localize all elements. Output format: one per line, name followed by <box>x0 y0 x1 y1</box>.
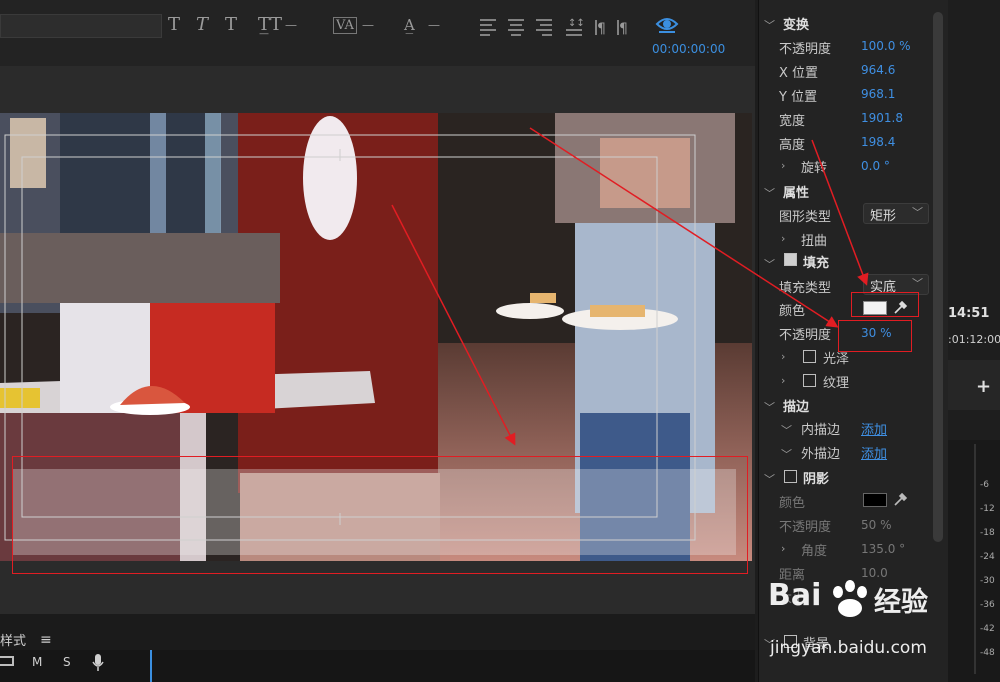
opacity-label: 不透明度 <box>779 42 832 57</box>
dash-icon: — <box>362 18 374 32</box>
outer-stroke-add[interactable]: 添加 <box>861 443 887 462</box>
menu-icon[interactable]: ≡ <box>40 632 52 648</box>
style-label: 样式 <box>0 634 27 649</box>
dash-icon: — <box>428 18 440 32</box>
text-toolbar: T T T T̲T — VA — A̲ — ↕↕ ¶ ¶ 00:00:00:00 <box>0 0 755 66</box>
svg-text:¶: ¶ <box>619 21 628 37</box>
chevron-right-icon[interactable]: › <box>781 542 785 555</box>
fill-header[interactable]: 填充 <box>803 252 829 271</box>
meter-tick: -30 <box>980 576 995 586</box>
rotation-label: 旋转 <box>801 161 828 176</box>
watermark-brand: Bai <box>768 578 822 613</box>
microphone-icon[interactable] <box>92 654 104 672</box>
texture-checkbox[interactable] <box>803 374 816 387</box>
shadow-angle-value[interactable]: 135.0 ° <box>861 542 905 556</box>
eye-icon[interactable] <box>655 14 679 34</box>
shadow-checkbox[interactable] <box>784 470 797 483</box>
caps-t-icon[interactable]: T <box>225 14 237 35</box>
chevron-right-icon[interactable]: › <box>781 374 785 387</box>
shadow-color-label: 颜色 <box>779 496 806 511</box>
annotation-box-video <box>12 456 748 574</box>
shadow-angle-label: 角度 <box>801 544 828 559</box>
timeline-time: :01:12:00 <box>948 333 1000 346</box>
mute-button[interactable]: M <box>32 655 42 669</box>
transform-header[interactable]: 变换 <box>783 14 809 33</box>
playhead[interactable] <box>150 650 152 682</box>
chevron-down-icon[interactable]: ﹀ <box>781 446 792 462</box>
shadow-opacity-value[interactable]: 50 % <box>861 518 892 532</box>
annotation-box-color <box>851 292 919 317</box>
chevron-down-icon[interactable]: ﹀ <box>764 256 775 272</box>
chevron-down-icon[interactable]: ﹀ <box>764 471 775 487</box>
watermark-brand2: 经验 <box>874 587 928 618</box>
audio-meter: -6 -12 -18 -24 -30 -36 -42 -48 <box>948 440 1000 682</box>
chevron-down-icon[interactable]: ﹀ <box>764 17 775 33</box>
chevron-down-icon[interactable]: ﹀ <box>764 399 775 415</box>
y-position-label: Y 位置 <box>779 90 818 105</box>
distort-label: 扭曲 <box>801 234 828 249</box>
height-value[interactable]: 198.4 <box>861 135 895 149</box>
chevron-right-icon[interactable]: › <box>781 350 785 363</box>
chevron-right-icon[interactable]: › <box>781 159 785 172</box>
meter-tick: -6 <box>980 480 989 490</box>
texture-label: 纹理 <box>823 376 850 391</box>
shadow-color-swatch[interactable] <box>863 493 887 507</box>
chevron-down-icon[interactable]: ﹀ <box>781 422 792 438</box>
meter-tick: -18 <box>980 528 995 538</box>
width-value[interactable]: 1901.8 <box>861 111 903 125</box>
shape-type-label: 图形类型 <box>779 210 832 225</box>
height-label: 高度 <box>779 138 806 153</box>
meter-tick: -12 <box>980 504 995 514</box>
meter-tick: -42 <box>980 624 995 634</box>
dash-icon: — <box>285 18 297 32</box>
eyedropper-icon[interactable] <box>893 491 909 507</box>
watermark-url: jingyan.baidu.com <box>770 638 927 658</box>
attributes-header[interactable]: 属性 <box>783 182 809 201</box>
solo-button[interactable]: S <box>63 655 71 669</box>
kerning-icon[interactable]: VA <box>333 17 357 34</box>
font-dropdown[interactable] <box>0 14 162 38</box>
camera-icon[interactable] <box>0 656 14 666</box>
y-position-value[interactable]: 968.1 <box>861 87 895 101</box>
meter-tick: -48 <box>980 648 995 658</box>
inner-stroke-add[interactable]: 添加 <box>861 419 887 438</box>
italic-t-icon[interactable]: T <box>196 14 208 35</box>
inner-stroke-label: 内描边 <box>801 423 841 438</box>
shape-type-select[interactable]: 矩形 ﹀ <box>863 203 929 224</box>
meter-tick: -24 <box>980 552 995 562</box>
baidu-watermark: Bai 经验 jingyan.baidu.com <box>760 578 950 682</box>
timeline-side-panel: 14:51 :01:12:00 + -6 -12 -18 -24 -30 -36… <box>948 0 1000 682</box>
track-header: M S <box>0 650 755 682</box>
fill-type-label: 填充类型 <box>779 281 832 296</box>
small-caps-icon[interactable]: T̲T <box>258 14 282 35</box>
panel-scrollbar[interactable] <box>933 12 943 542</box>
button-bar: + <box>948 360 1000 410</box>
fill-opacity-label: 不透明度 <box>779 328 832 343</box>
tracking-icon[interactable]: A̲ <box>404 16 415 34</box>
gloss-checkbox[interactable] <box>803 350 816 363</box>
duration-readout: 14:51 <box>948 306 990 321</box>
shadow-opacity-label: 不透明度 <box>779 520 832 535</box>
opacity-value[interactable]: 100.0 % <box>861 39 911 53</box>
chevron-right-icon[interactable]: › <box>781 232 785 245</box>
shadow-header[interactable]: 阴影 <box>803 468 829 487</box>
paw-icon <box>833 580 867 617</box>
x-position-label: X 位置 <box>779 66 819 81</box>
align-icons[interactable]: ↕↕ ¶ ¶ <box>478 16 648 38</box>
stroke-header[interactable]: 描边 <box>783 396 809 415</box>
width-label: 宽度 <box>779 114 806 129</box>
rotation-value[interactable]: 0.0 ° <box>861 159 890 173</box>
meter-tick: -36 <box>980 600 995 610</box>
color-label: 颜色 <box>779 304 806 319</box>
svg-text:↕↕: ↕↕ <box>568 18 585 29</box>
outer-stroke-label: 外描边 <box>801 447 841 462</box>
chevron-down-icon[interactable]: ﹀ <box>764 185 775 201</box>
x-position-value[interactable]: 964.6 <box>861 63 895 77</box>
fill-checkbox[interactable] <box>784 253 797 266</box>
timecode: 00:00:00:00 <box>652 42 726 56</box>
add-icon[interactable]: + <box>976 376 991 397</box>
svg-text:¶: ¶ <box>597 21 606 37</box>
annotation-box-opacity <box>838 320 912 352</box>
bold-t-icon[interactable]: T <box>168 14 180 35</box>
